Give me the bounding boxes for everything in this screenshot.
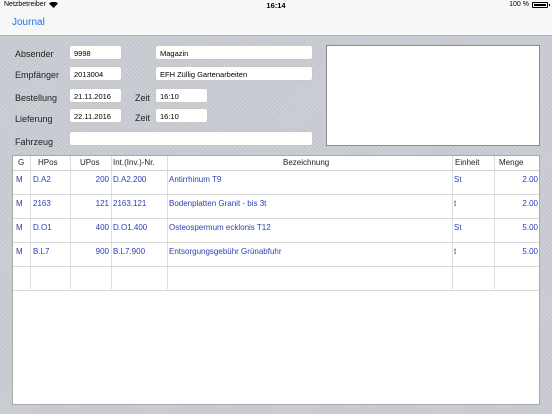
cell-menge: 5.00 <box>522 223 538 232</box>
absender-label: Absender <box>15 49 54 59</box>
table-row-empty[interactable] <box>13 266 539 291</box>
cell-einheit: St <box>454 223 462 232</box>
cell-bezeichnung: Bodenplatten Granit - bis 3t <box>169 199 267 208</box>
cell-inv-nr: 2163.121 <box>113 199 147 208</box>
cell-hpos: B.L7 <box>33 247 50 256</box>
header-g[interactable]: G <box>18 158 24 167</box>
fahrzeug-field[interactable] <box>69 131 313 146</box>
battery-percent: 100 % <box>509 1 529 8</box>
header-einheit[interactable]: Einheit <box>455 158 479 167</box>
lieferung-zeit-label: Zeit <box>135 113 151 123</box>
empfaenger-name-field[interactable]: EFH Züllig Gartenarbeiten <box>155 66 313 81</box>
lieferung-label: Lieferung <box>15 114 53 124</box>
status-right: 100 % <box>509 1 550 8</box>
header-menge[interactable]: Menge <box>499 158 523 167</box>
cell-g: M <box>16 175 23 184</box>
table-row[interactable]: M D.A2 200 D.A2.200 Antirrhinum T9 St 2.… <box>13 170 539 195</box>
empfaenger-id-field[interactable]: 2013004 <box>69 66 122 81</box>
bestellung-zeit-label: Zeit <box>135 93 151 103</box>
empfaenger-label: Empfänger <box>15 70 60 80</box>
cell-g: M <box>16 223 23 232</box>
bestellung-label: Bestellung <box>15 93 58 103</box>
table-row[interactable]: M D.O1 400 D.O1.400 Osteospermum eckloni… <box>13 218 539 243</box>
fahrzeug-label: Fahrzeug <box>15 137 54 147</box>
absender-name-field[interactable]: Magazin <box>155 45 313 60</box>
cell-g: M <box>16 247 23 256</box>
bestellung-time-field[interactable]: 16:10 <box>155 88 208 103</box>
cell-einheit: St <box>454 175 462 184</box>
lieferung-time-field[interactable]: 16:10 <box>155 108 208 123</box>
cell-bezeichnung: Osteospermum ecklonis T12 <box>169 223 271 232</box>
table-header: G HPos UPos Int.(Inv.)-Nr. Bezeichnung E… <box>13 156 539 171</box>
cell-hpos: D.O1 <box>33 223 52 232</box>
header-hpos[interactable]: HPos <box>38 158 58 167</box>
clock: 16:14 <box>266 1 286 10</box>
cell-upos: 200 <box>95 175 109 184</box>
cell-einheit: t <box>454 199 457 208</box>
absender-id-field[interactable]: 9998 <box>69 45 122 60</box>
cell-hpos: 2163 <box>33 199 51 208</box>
cell-upos: 900 <box>95 247 109 256</box>
cell-upos: 400 <box>95 223 109 232</box>
header-inv-nr[interactable]: Int.(Inv.)-Nr. <box>113 158 155 167</box>
table-row[interactable]: M B.L7 900 B.L7.900 Entsorgungsgebühr Gr… <box>13 242 539 267</box>
cell-upos: 121 <box>95 199 109 208</box>
lieferung-date-field[interactable]: 22.11.2016 <box>69 108 122 123</box>
positions-table: G HPos UPos Int.(Inv.)-Nr. Bezeichnung E… <box>12 155 540 405</box>
journal-back-button[interactable]: Journal <box>12 17 45 28</box>
header-bezeichnung[interactable]: Bezeichnung <box>283 158 329 167</box>
navigation-bar: Journal <box>0 11 552 36</box>
header-upos[interactable]: UPos <box>80 158 100 167</box>
cell-inv-nr: D.A2.200 <box>113 175 147 184</box>
cell-menge: 5.00 <box>522 247 538 256</box>
cell-einheit: t <box>454 247 457 256</box>
table-row[interactable]: M 2163 121 2163.121 Bodenplatten Granit … <box>13 194 539 219</box>
cell-inv-nr: B.L7.900 <box>113 247 146 256</box>
bestellung-date-field[interactable]: 21.11.2016 <box>69 88 122 103</box>
image-preview-box[interactable] <box>326 45 540 146</box>
cell-g: M <box>16 199 23 208</box>
cell-bezeichnung: Entsorgungsgebühr Grünabfuhr <box>169 247 282 256</box>
cell-inv-nr: D.O1.400 <box>113 223 148 232</box>
status-bar: Netzbetreiber 16:14 100 % <box>0 0 552 11</box>
cell-bezeichnung: Antirrhinum T9 <box>169 175 222 184</box>
battery-icon <box>532 1 550 8</box>
cell-menge: 2.00 <box>522 175 538 184</box>
cell-hpos: D.A2 <box>33 175 51 184</box>
cell-menge: 2.00 <box>522 199 538 208</box>
